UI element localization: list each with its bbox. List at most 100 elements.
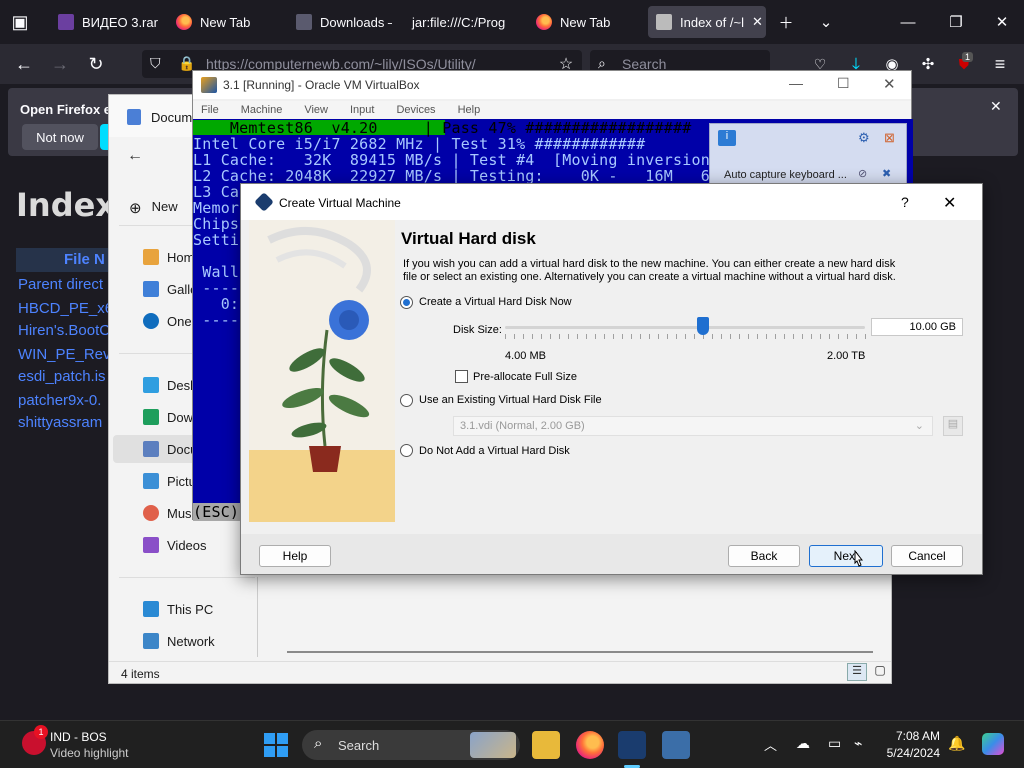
firefox-taskbar-icon[interactable] (576, 731, 604, 759)
tab-downloads[interactable]: Downloads – (288, 6, 392, 38)
horizontal-scrollbar[interactable] (287, 651, 873, 653)
chevron-down-icon[interactable]: ⌄ (806, 8, 846, 36)
notification-settings-icon[interactable]: ⚙ (858, 130, 870, 146)
tab-jar-file[interactable]: jar:file:///C:/Prog (404, 6, 522, 38)
chevron-up-icon[interactable]: ︿ (764, 735, 777, 754)
copilot-icon[interactable] (982, 733, 1004, 755)
tab-video-rar[interactable]: ВИДЕО 3.rar (50, 6, 158, 38)
menu-view[interactable]: View (304, 104, 328, 116)
reload-icon[interactable]: ↻ (82, 50, 110, 78)
back-button[interactable]: Back (728, 545, 800, 567)
restore-icon[interactable]: ❐ (936, 8, 976, 36)
menu-machine[interactable]: Machine (241, 104, 283, 116)
picture-icon (143, 473, 159, 489)
menu-devices[interactable]: Devices (396, 104, 435, 116)
virtualbox-taskbar-icon[interactable] (618, 731, 646, 759)
radio-create-disk[interactable] (400, 296, 413, 309)
shield-icon[interactable]: ⛉ (150, 55, 161, 72)
radio-no-disk[interactable] (400, 444, 413, 457)
nav-this-pc[interactable]: ›This PC (143, 595, 213, 623)
next-button[interactable]: Next (809, 545, 883, 567)
new-tab-icon[interactable]: ＋ (766, 8, 806, 36)
file-link[interactable]: Parent direct (18, 276, 103, 293)
news-subtitle[interactable]: Video highlight (50, 746, 129, 760)
slider-tick (514, 334, 515, 339)
nav-documents[interactable]: Docu (143, 435, 197, 463)
dismiss-icon[interactable]: ✖ (882, 167, 891, 180)
sports-news-icon[interactable]: 1 (22, 725, 48, 755)
forward-icon[interactable]: → (46, 50, 74, 78)
display-icon[interactable]: ▭ (828, 735, 841, 752)
slider-thumb[interactable] (697, 317, 709, 335)
preallocate-checkbox[interactable] (455, 370, 468, 383)
cloud-off-icon[interactable]: ☁ (796, 735, 810, 752)
menu-help[interactable]: Help (458, 104, 481, 116)
tab-new-tab-1[interactable]: New Tab (168, 6, 276, 38)
tab-index-of[interactable]: Index of /~l ✕ (648, 6, 766, 38)
new-button[interactable]: ⊕ New (129, 199, 178, 217)
existing-disk-select[interactable]: 3.1.vdi (Normal, 2.00 GB) ⌄ (453, 416, 933, 436)
slider-tick (577, 334, 578, 339)
file-link[interactable]: patcher9x-0. (18, 392, 101, 409)
preallocate-label[interactable]: Pre-allocate Full Size (473, 371, 577, 383)
file-explorer-taskbar-icon[interactable] (532, 731, 560, 759)
back-icon[interactable]: ← (10, 50, 38, 78)
file-link[interactable]: esdi_patch.is (18, 368, 106, 385)
firefox-icon (176, 14, 192, 30)
document-icon (143, 441, 159, 457)
dialog-title-bar: Create Virtual Machine ? ✕ (241, 184, 982, 220)
close-icon[interactable]: ✕ (883, 75, 896, 93)
file-link[interactable]: Hiren's.BootC (18, 322, 110, 339)
file-column-header[interactable]: File N (16, 248, 116, 272)
taskbar-search-box[interactable]: ⌕ Search (302, 730, 520, 760)
close-tab-icon[interactable]: ✕ (752, 14, 763, 30)
ublock-icon[interactable]: ⛊ 1 (950, 50, 978, 78)
help-button[interactable]: Help (259, 545, 331, 567)
radio-existing-disk[interactable] (400, 394, 413, 407)
tab-new-tab-2[interactable]: New Tab (528, 6, 638, 38)
windows-start-icon[interactable] (264, 733, 288, 757)
disk-size-input[interactable]: 10.00 GB (871, 318, 963, 336)
network-status-icon[interactable]: ⌁ (854, 735, 862, 752)
tiles-view-icon[interactable]: ▢ (871, 663, 889, 681)
context-help-icon[interactable]: ? (901, 194, 909, 210)
cancel-button[interactable]: Cancel (891, 545, 963, 567)
page-icon (656, 14, 672, 30)
existing-disk-label[interactable]: Use an Existing Virtual Hard Disk File (419, 394, 602, 406)
minimize-icon[interactable]: — (888, 8, 928, 36)
menu-input[interactable]: Input (350, 104, 374, 116)
notification-bell-icon[interactable]: 🔔 (948, 735, 965, 752)
close-icon[interactable]: ✕ (943, 193, 956, 213)
choose-disk-file-icon[interactable]: ▤ (943, 416, 963, 436)
maximize-icon[interactable]: ☐ (837, 75, 850, 92)
file-link[interactable]: HBCD_PE_x6 (18, 300, 113, 317)
minimize-icon[interactable]: — (789, 75, 803, 91)
not-now-button[interactable]: Not now (22, 124, 98, 150)
no-disk-label[interactable]: Do Not Add a Virtual Hard Disk (419, 445, 570, 457)
back-arrow-icon[interactable]: ← (127, 147, 143, 165)
clock-time[interactable]: 7:08 AM (882, 729, 940, 743)
slider-tick (505, 334, 506, 339)
explorer-tab[interactable]: Docum (109, 95, 199, 137)
nav-videos[interactable]: Videos (143, 531, 207, 559)
news-title[interactable]: IND - BOS (50, 730, 107, 744)
divider (119, 577, 255, 578)
tab-list-icon[interactable]: ▣ (6, 8, 34, 36)
menu-icon[interactable]: ≡ (986, 50, 1014, 78)
disk-size-slider[interactable] (505, 316, 866, 344)
close-notification-icon[interactable]: ✕ (990, 98, 1002, 115)
file-link[interactable]: WIN_PE_Rev (18, 346, 111, 363)
details-view-icon[interactable]: ☰ (847, 663, 867, 681)
xp-vm-taskbar-icon[interactable] (662, 731, 690, 759)
nav-network[interactable]: ›Network (143, 627, 215, 655)
nav-pictures[interactable]: Pictu (143, 467, 196, 495)
nav-music[interactable]: Musi (143, 499, 194, 527)
notification-close-icon[interactable]: ⊠ (884, 130, 895, 146)
mute-icon[interactable]: ⊘ (858, 167, 867, 180)
clock-date[interactable]: 5/24/2024 (882, 746, 940, 760)
create-disk-label[interactable]: Create a Virtual Hard Disk Now (419, 296, 572, 308)
close-window-icon[interactable]: ✕ (982, 8, 1022, 36)
menu-file[interactable]: File (201, 104, 219, 116)
extensions-icon[interactable]: ✣ (914, 50, 942, 78)
file-link[interactable]: shittyassram (18, 414, 102, 431)
